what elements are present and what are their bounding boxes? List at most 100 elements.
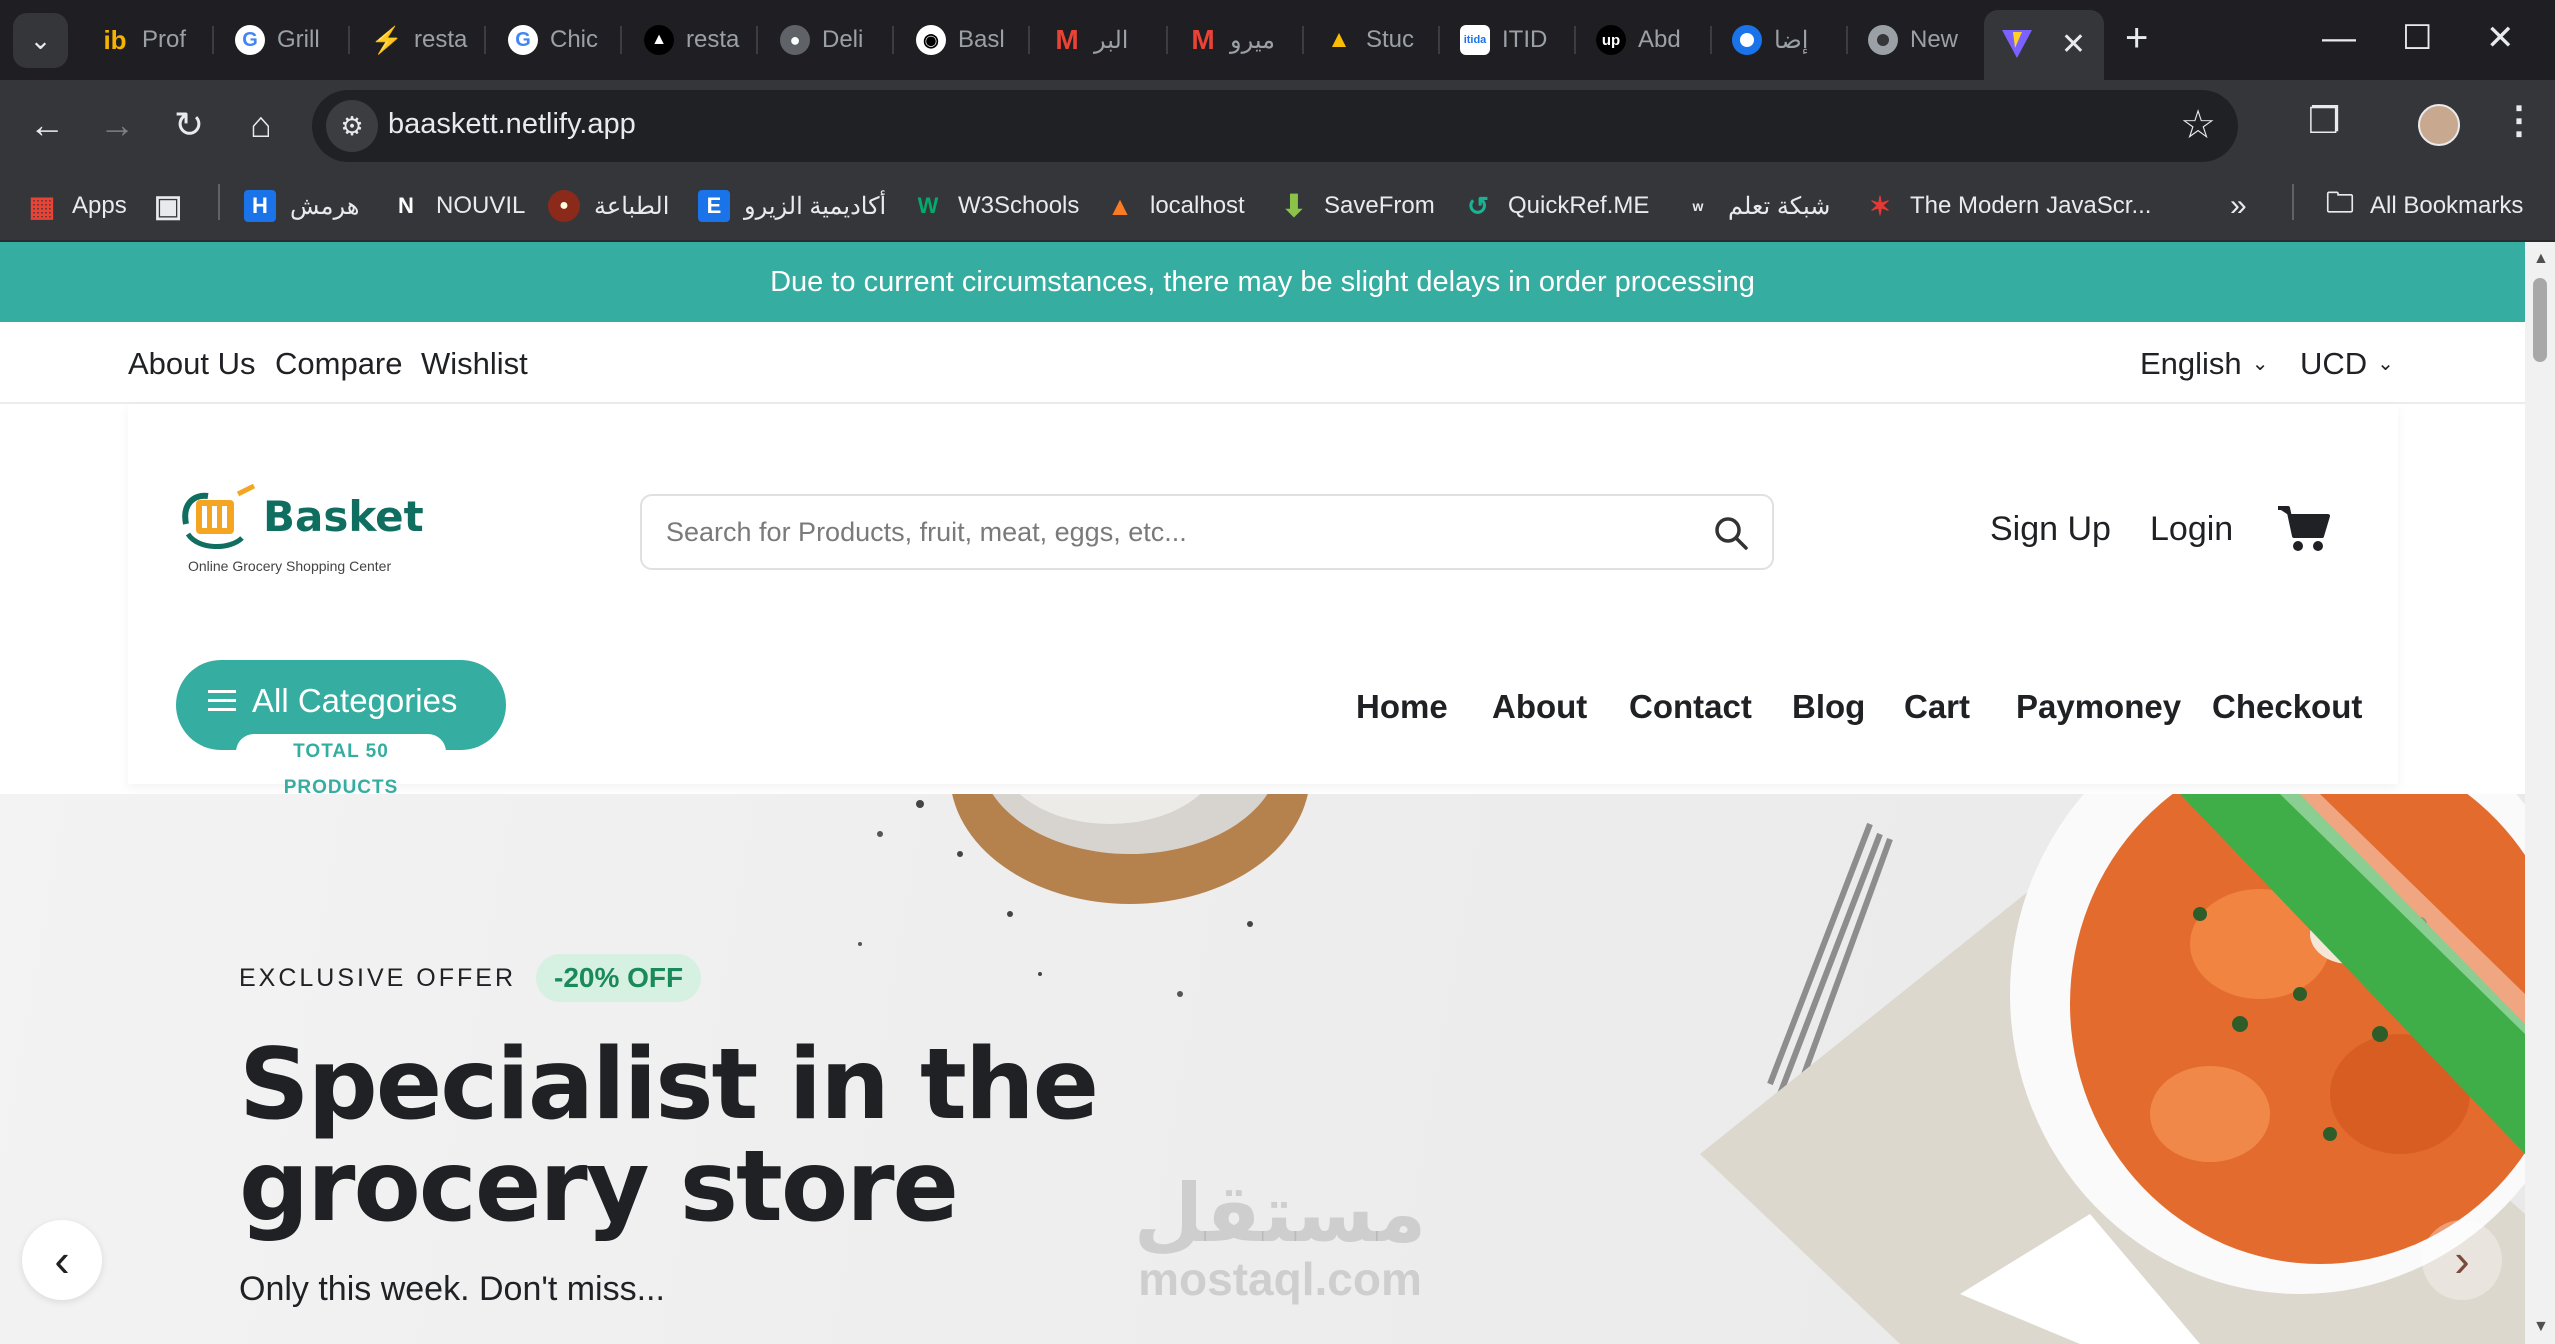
reload-icon[interactable]: ↻ [166, 102, 212, 148]
url-text[interactable]: baaskett.netlify.app [388, 108, 636, 141]
bookmark-item[interactable]: ↺ QuickRef.ME [1462, 186, 1649, 226]
browser-tab[interactable]: up Abd [1576, 12, 1706, 68]
basket-logo-icon [182, 484, 256, 550]
bookmark-item[interactable]: ● الطباعة [548, 186, 669, 226]
browser-tab[interactable]: ib Prof [80, 12, 200, 68]
extensions-icon[interactable]: ❐ [2308, 100, 2340, 142]
scrollbar-thumb[interactable] [2533, 278, 2547, 362]
bolt-icon: ⚡ [370, 24, 404, 55]
close-tab-icon[interactable]: ✕ [2061, 30, 2086, 60]
tab-search-button[interactable]: ⌄ [13, 13, 68, 68]
browser-tab[interactable]: New [1848, 12, 1978, 68]
menu-icon [208, 690, 236, 712]
nav-about[interactable]: About [1492, 688, 1587, 726]
site-logo[interactable]: Basket Online Grocery Shopping Center [178, 484, 424, 584]
drive-icon: ▲ [1327, 26, 1351, 53]
sign-up-link[interactable]: Sign Up [1990, 510, 2111, 549]
offer-label: EXCLUSIVE OFFER [239, 963, 516, 992]
js-icon: ✶ [1869, 190, 1891, 221]
scroll-up-icon[interactable]: ▲ [2533, 250, 2549, 268]
nav-cart[interactable]: Cart [1904, 688, 1970, 726]
browser-tab[interactable]: إضا [1712, 12, 1842, 68]
active-tab[interactable]: ✕ [1984, 10, 2104, 80]
browser-tab[interactable]: ● Deli [760, 12, 880, 68]
close-window-icon[interactable]: ✕ [2486, 18, 2515, 58]
browser-tab[interactable]: G Grill [215, 12, 335, 68]
profile-avatar[interactable] [2418, 104, 2460, 146]
wishlist-link[interactable]: Wishlist [421, 346, 528, 382]
address-bar[interactable]: ⚙ baaskett.netlify.app ☆ [312, 90, 2238, 162]
page-scrollbar[interactable]: ▲ ▼ [2525, 242, 2555, 1344]
browser-tab[interactable]: ▲ Stuc [1304, 12, 1434, 68]
site-header: Basket Online Grocery Shopping Center Si… [128, 404, 2398, 798]
bookmark-apps[interactable]: ▦ Apps [26, 186, 127, 226]
menu-dots-icon[interactable]: ⋮ [2500, 96, 2538, 146]
scroll-down-icon[interactable]: ▼ [2533, 1318, 2549, 1336]
browser-tab[interactable]: G Chic [488, 12, 608, 68]
google-icon: G [508, 25, 538, 55]
chevron-left-icon: ‹ [54, 1234, 70, 1286]
bookmark-item[interactable]: ⬇ SaveFrom [1278, 186, 1434, 226]
bookmark-star-icon[interactable]: ☆ [2180, 102, 2216, 148]
login-link[interactable]: Login [2150, 510, 2233, 549]
bookmark-item[interactable]: ✶ The Modern JavaScr... [1864, 186, 2151, 226]
chevron-down-icon: ⌄ [2377, 353, 2394, 375]
cart-icon[interactable] [2276, 504, 2332, 554]
discount-badge: -20% OFF [536, 954, 702, 1002]
browser-chrome: ⌄ ib Prof G Grill ⚡ resta G Chic ▲ resta… [0, 0, 2555, 242]
bookmark-grid[interactable]: ▣ [152, 186, 184, 226]
bookmark-item[interactable]: N NOUVIL [390, 186, 525, 226]
browser-tab[interactable]: ◉ Basl [896, 12, 1016, 68]
site-info-icon[interactable]: ⚙ [326, 100, 378, 152]
bookmark-item[interactable]: w شبكة تعلم [1682, 186, 1831, 226]
e-icon: E [698, 190, 730, 222]
logo-name: Basket [263, 492, 424, 541]
about-us-link[interactable]: About Us [128, 346, 256, 382]
chevron-down-icon: ⌄ [29, 25, 52, 55]
currency-select[interactable]: UCD ⌄ [2300, 346, 2394, 382]
browser-tab[interactable]: ⚡ resta [352, 12, 472, 68]
google-icon: G [235, 25, 265, 55]
minimize-icon[interactable]: — [2322, 18, 2356, 58]
slider-next-button[interactable]: › [2422, 1220, 2502, 1300]
browser-tab[interactable]: M البر [1032, 12, 1162, 68]
bookmark-item[interactable]: W W3Schools [912, 186, 1080, 226]
nav-blog[interactable]: Blog [1792, 688, 1865, 726]
maximize-icon[interactable]: ☐ [2402, 18, 2432, 58]
circle-icon [1732, 25, 1762, 55]
search-icon[interactable] [1712, 514, 1750, 552]
ib-icon: ib [103, 24, 127, 55]
github-icon: ◉ [916, 25, 946, 55]
nav-contact[interactable]: Contact [1629, 688, 1752, 726]
more-bookmarks-icon[interactable]: » [2230, 186, 2247, 226]
nav-paymoney[interactable]: Paymoney [2016, 688, 2181, 726]
all-bookmarks[interactable]: 🗀 All Bookmarks [2324, 186, 2523, 226]
announcement-bar: Due to current circumstances, there may … [0, 242, 2525, 322]
all-categories-button[interactable]: All Categories TOTAL 50 PRODUCTS [176, 660, 506, 798]
hero-subtitle: Only this week. Don't miss... [239, 1270, 665, 1308]
chevron-right-icon: › [2454, 1234, 2470, 1286]
h-icon: H [244, 190, 276, 222]
new-tab-button[interactable]: + [2125, 18, 2148, 58]
slider-prev-button[interactable]: ‹ [22, 1220, 102, 1300]
browser-tab[interactable]: ▲ resta [624, 12, 744, 68]
bookmark-item[interactable]: ▲ localhost [1104, 186, 1245, 226]
language-select[interactable]: English ⌄ [2140, 346, 2268, 382]
bookmarks-bar: ▦ Apps ▣ H هرمش N NOUVIL ● الطباعة E أكا… [0, 170, 2555, 242]
search-input[interactable] [666, 496, 1666, 568]
browser-tab[interactable]: itida ITID [1440, 12, 1570, 68]
bookmark-item[interactable]: H هرمش [244, 186, 359, 226]
back-icon[interactable]: ← [24, 102, 70, 148]
nav-home[interactable]: Home [1356, 688, 1448, 726]
forward-icon[interactable]: → [94, 102, 140, 148]
tab-strip: ⌄ ib Prof G Grill ⚡ resta G Chic ▲ resta… [0, 0, 2555, 80]
bookmark-item[interactable]: E أكاديمية الزيرو [698, 186, 886, 226]
top-bar: About Us Compare Wishlist English ⌄ UCD ⌄ [0, 322, 2525, 404]
home-icon[interactable]: ⌂ [238, 102, 284, 148]
nav-checkout[interactable]: Checkout [2212, 688, 2362, 726]
gmail-icon: M [1191, 24, 1215, 55]
compare-link[interactable]: Compare [275, 346, 403, 382]
browser-toolbar: ← → ↻ ⌂ ⚙ baaskett.netlify.app ☆ [0, 80, 2555, 170]
browser-tab[interactable]: M ميرو [1168, 12, 1298, 68]
search-box [640, 494, 1774, 570]
